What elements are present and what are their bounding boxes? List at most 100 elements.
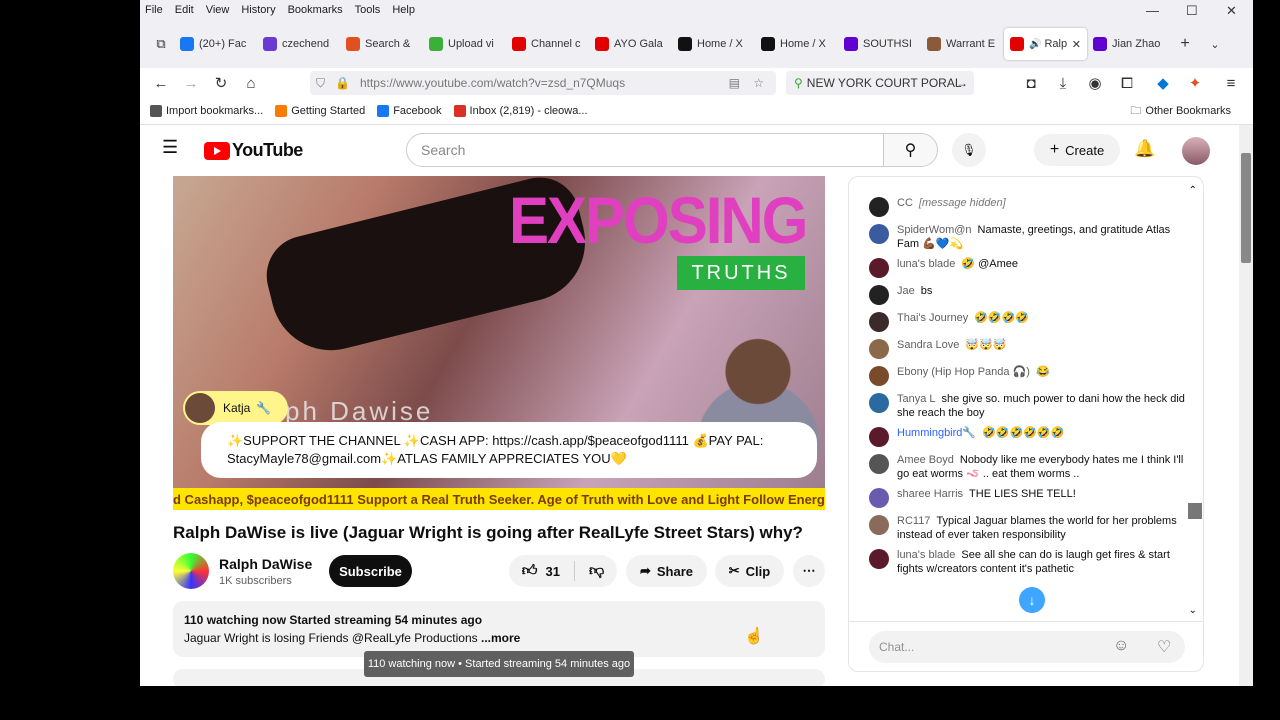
- chat-avatar[interactable]: [869, 258, 889, 278]
- tab-1[interactable]: czechend: [257, 28, 340, 60]
- menu-bookmarks[interactable]: Bookmarks: [288, 4, 343, 16]
- tab-4[interactable]: Channel c: [506, 28, 589, 60]
- menu-tools[interactable]: Tools: [355, 4, 381, 16]
- address-bar[interactable]: ⛉ 🔒 https://www.youtube.com/watch?v=zsd_…: [310, 71, 776, 95]
- chat-avatar[interactable]: [869, 427, 889, 447]
- chat-author[interactable]: Tanya L: [897, 393, 936, 405]
- voice-search-button[interactable]: 🎙: [952, 133, 986, 167]
- chat-avatar[interactable]: [869, 454, 889, 474]
- like-button[interactable]: 👍︎ 31: [522, 562, 560, 580]
- description-box[interactable]: 110 watching now Started streaming 54 mi…: [173, 601, 825, 657]
- notifications-bell-icon[interactable]: 🔔: [1134, 139, 1155, 159]
- chat-avatar[interactable]: [869, 488, 889, 508]
- channel-avatar[interactable]: [173, 553, 209, 589]
- app-menu-icon[interactable]: ≡: [1216, 75, 1246, 92]
- close-window-icon[interactable]: ✕: [1226, 3, 1237, 19]
- description-more-link[interactable]: ...more: [481, 631, 520, 645]
- forward-icon[interactable]: →: [176, 75, 206, 92]
- video-player[interactable]: EXPOSING TRUTHS ph Dawise Katja 🔧 ✨SUPPOR…: [173, 176, 825, 510]
- subscribe-button[interactable]: Subscribe: [329, 555, 412, 587]
- pocket-icon[interactable]: ◘: [1016, 75, 1046, 92]
- tab-overview-icon[interactable]: ⧉: [148, 36, 174, 52]
- tab-11[interactable]: Jian Zhao: [1087, 28, 1170, 60]
- tab-9[interactable]: Warrant E: [921, 28, 1004, 60]
- thumbs-down-icon[interactable]: 👎︎: [589, 562, 604, 580]
- tab-3[interactable]: Upload vi: [423, 28, 506, 60]
- emoji-icon[interactable]: ☺: [1113, 637, 1129, 655]
- minimize-icon[interactable]: —: [1146, 3, 1159, 18]
- search-button[interactable]: ⚲: [883, 133, 938, 167]
- maximize-icon[interactable]: ☐: [1186, 3, 1198, 19]
- tab-8[interactable]: SOUTHSI: [838, 28, 921, 60]
- lock-icon[interactable]: 🔒: [335, 76, 350, 90]
- back-icon[interactable]: ←: [146, 75, 176, 92]
- chat-scrollbar-thumb[interactable]: [1188, 503, 1202, 519]
- page-scrollbar[interactable]: [1239, 125, 1253, 686]
- chat-avatar[interactable]: [869, 366, 889, 386]
- chat-scroll-up-icon[interactable]: ⌃: [1189, 185, 1197, 196]
- chat-avatar[interactable]: [869, 312, 889, 332]
- downloads-icon[interactable]: ⤓: [1048, 75, 1078, 92]
- close-tab-icon[interactable]: ✕: [1072, 38, 1081, 51]
- bookmark-item[interactable]: Import bookmarks...: [150, 105, 263, 117]
- reader-view-icon[interactable]: ▤: [729, 76, 740, 90]
- tab-5[interactable]: AYO Gala: [589, 28, 672, 60]
- chat-avatar[interactable]: [869, 393, 889, 413]
- chat-input[interactable]: Chat...: [869, 631, 1185, 663]
- jump-to-latest-button[interactable]: ↓: [1019, 587, 1045, 613]
- bookmark-item[interactable]: Facebook: [377, 105, 442, 117]
- menu-edit[interactable]: Edit: [175, 4, 194, 16]
- chat-author[interactable]: Hummingbird🔧: [897, 427, 976, 439]
- tab-6[interactable]: Home / X: [672, 28, 755, 60]
- tab-7[interactable]: Home / X: [755, 28, 838, 60]
- chat-author[interactable]: CC: [897, 197, 913, 209]
- extension-icon[interactable]: ◆: [1148, 74, 1178, 92]
- megaphone-icon[interactable]: ✦: [1180, 74, 1210, 92]
- chat-author[interactable]: sharee Harris: [897, 488, 963, 500]
- shield-icon[interactable]: ⛉: [316, 76, 325, 91]
- chat-avatar[interactable]: [869, 224, 889, 244]
- chat-avatar[interactable]: [869, 285, 889, 305]
- share-button[interactable]: ➦ Share: [626, 555, 707, 587]
- tab-2[interactable]: Search &: [340, 28, 423, 60]
- arrow-right-icon[interactable]: →: [956, 76, 968, 90]
- clip-button[interactable]: ✂ Clip: [715, 555, 784, 587]
- chat-author[interactable]: Amee Boyd: [897, 454, 954, 466]
- chat-author[interactable]: Sandra Love: [897, 339, 959, 351]
- extensions-icon[interactable]: ⧠: [1112, 75, 1142, 92]
- chat-author[interactable]: luna's blade: [897, 258, 955, 270]
- menu-file[interactable]: File: [145, 4, 163, 16]
- chat-author[interactable]: luna's blade: [897, 549, 955, 561]
- heart-icon[interactable]: ♡: [1157, 637, 1171, 657]
- tab-10[interactable]: 🔊 Ralp ✕: [1004, 28, 1087, 60]
- new-tab-icon[interactable]: +: [1170, 35, 1200, 53]
- chat-scroll-down-icon[interactable]: ⌄: [1189, 605, 1197, 616]
- tab-list-chevron-icon[interactable]: ⌄: [1200, 38, 1230, 51]
- account-icon[interactable]: ◉: [1080, 74, 1110, 92]
- other-bookmarks[interactable]: 🗀 Other Bookmarks: [1130, 102, 1231, 121]
- chat-author[interactable]: SpiderWom@n: [897, 224, 972, 236]
- menu-view[interactable]: View: [206, 4, 230, 16]
- chat-avatar[interactable]: [869, 197, 889, 217]
- tab-0[interactable]: (20+) Fac: [174, 28, 257, 60]
- menu-help[interactable]: Help: [392, 4, 415, 16]
- bookmark-item[interactable]: Getting Started: [275, 105, 365, 117]
- chat-author[interactable]: RC117: [897, 515, 930, 527]
- speaker-icon[interactable]: 🔊: [1029, 39, 1041, 50]
- youtube-logo[interactable]: YouTube: [204, 140, 303, 161]
- search-input[interactable]: Search: [406, 133, 884, 167]
- hamburger-menu-icon[interactable]: ☰: [162, 137, 178, 158]
- chat-author[interactable]: Thai's Journey: [897, 312, 968, 324]
- chat-avatar[interactable]: [869, 515, 889, 535]
- page-scrollbar-thumb[interactable]: [1241, 153, 1251, 263]
- chat-avatar[interactable]: [869, 339, 889, 359]
- bookmark-item[interactable]: Inbox (2,819) - cleowa...: [453, 105, 588, 117]
- reload-icon[interactable]: ↻: [206, 74, 236, 92]
- chat-author[interactable]: Jae: [897, 285, 915, 297]
- menu-history[interactable]: History: [241, 4, 275, 16]
- home-icon[interactable]: ⌂: [236, 75, 266, 92]
- avatar[interactable]: [1182, 137, 1210, 165]
- more-actions-button[interactable]: ⋯: [793, 555, 825, 587]
- chat-author[interactable]: Ebony (Hip Hop Panda 🎧): [897, 366, 1030, 378]
- channel-name[interactable]: Ralph DaWise: [219, 556, 312, 572]
